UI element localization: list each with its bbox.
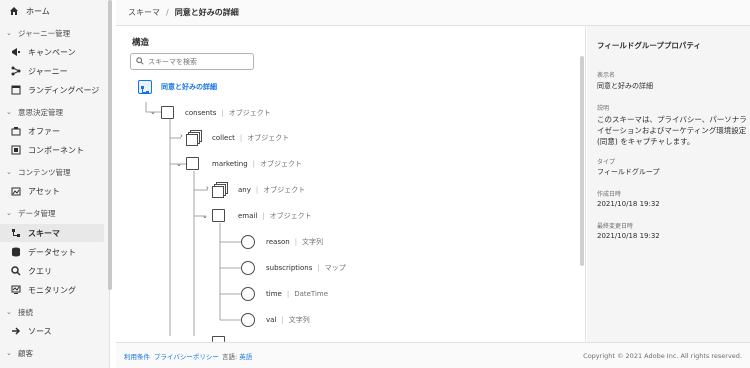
tree-node-time[interactable]: time | DateTime: [266, 286, 328, 302]
updated-value: 2021/10/18 19:32: [597, 232, 660, 240]
nav-assets[interactable]: アセット: [10, 182, 60, 200]
copyright: Copyright © 2021 Adobe Inc. All rights r…: [583, 351, 742, 360]
nav-journeys[interactable]: ジャーニー: [10, 62, 68, 80]
nav-section-decisioning[interactable]: ⌄ 意思決定管理: [6, 104, 63, 120]
chevron-down-icon: ⌄: [6, 168, 12, 176]
field-icon: [241, 261, 255, 275]
tree-node-consents[interactable]: consents | オブジェクト: [185, 105, 271, 121]
offer-icon: [10, 125, 22, 137]
created-value: 2021/10/18 19:32: [597, 200, 660, 208]
source-icon: [10, 325, 22, 337]
nav-schemas[interactable]: スキーマ: [10, 224, 60, 242]
properties-title: フィールドグループプロパティ: [597, 41, 701, 50]
nav-landing-pages[interactable]: ランディングページ: [10, 81, 99, 99]
campaign-icon: [10, 46, 22, 58]
chevron-down-icon[interactable]: ⌄: [176, 160, 182, 168]
chevron-down-icon[interactable]: ⌄: [150, 108, 156, 116]
nav-home-label: ホーム: [26, 6, 50, 16]
chevron-down-icon: ⌄: [6, 108, 12, 116]
tree-node-marketing[interactable]: marketing | オブジェクト: [212, 156, 302, 172]
chevron-down-icon[interactable]: ⌄: [202, 212, 208, 220]
breadcrumb: スキーマ / 同意と好みの詳細: [116, 0, 750, 26]
nav-components[interactable]: コンポーネント: [10, 141, 84, 159]
tree-node-val[interactable]: val | 文字列: [266, 312, 310, 328]
nav-campaigns[interactable]: キャンペーン: [10, 43, 76, 61]
tree-node-subscriptions[interactable]: subscriptions | マップ: [266, 260, 346, 276]
journey-icon: [10, 65, 22, 77]
language-selector[interactable]: 言語: 英語: [222, 351, 252, 361]
description-label: 説明: [597, 105, 610, 112]
query-icon: [10, 265, 22, 277]
nav-section-content[interactable]: ⌄ コンテンツ管理: [6, 164, 71, 180]
breadcrumb-separator: /: [166, 8, 169, 17]
language-value[interactable]: 英語: [239, 353, 252, 361]
tree-connector-lines: [145, 102, 241, 336]
nav-home[interactable]: ホーム: [8, 2, 50, 20]
terms-link[interactable]: 利用条件: [124, 351, 150, 361]
created-label: 作成日時: [597, 191, 622, 198]
nav-section-connections[interactable]: ⌄ 接続: [6, 304, 33, 320]
landing-page-icon: [10, 84, 22, 96]
tree-node-reason[interactable]: reason | 文字列: [266, 234, 323, 250]
component-icon: [10, 144, 22, 156]
chevron-down-icon: ⌄: [6, 29, 12, 37]
chevron-down-icon: ⌄: [6, 209, 12, 217]
object-array-icon: [186, 130, 202, 146]
tree-root-node[interactable]: 同意と好みの詳細: [161, 79, 217, 95]
nav-sources[interactable]: ソース: [10, 322, 52, 340]
footer: 利用条件 プライバシーポリシー 言語: 英語 Copyright © 2021 …: [116, 342, 750, 368]
structure-panel: 構造 スキーマを検索 同意と好みの詳細 ⌄ consents | オブジェクト …: [116, 26, 586, 342]
nav-monitoring[interactable]: モニタリング: [10, 281, 76, 299]
sidebar-scrollbar[interactable]: [108, 0, 112, 290]
object-icon: [161, 106, 174, 119]
description-value: このスキーマは、プライバシー、パーソナライゼーションおよびマーケティング環境設定…: [597, 115, 747, 146]
field-icon: [241, 313, 255, 327]
chevron-down-icon: ⌄: [6, 349, 12, 357]
breadcrumb-schemas-link[interactable]: スキーマ: [128, 7, 160, 18]
app-window: ホーム ⌄ ジャーニー管理 キャンペーン ジャーニー ランディングページ ⌄ 意…: [0, 0, 750, 368]
type-label: タイプ: [597, 159, 616, 166]
nav-queries[interactable]: クエリ: [10, 262, 52, 280]
display-name-label: 表示名: [597, 72, 616, 79]
breadcrumb-current: 同意と好みの詳細: [174, 8, 239, 17]
updated-label: 最終変更日時: [597, 223, 634, 230]
field-icon: [241, 235, 255, 249]
object-icon: [186, 157, 199, 170]
tree-node-email[interactable]: email | オブジェクト: [238, 208, 312, 224]
chevron-right-icon[interactable]: ›: [180, 132, 183, 140]
home-icon: [8, 5, 20, 17]
nav-section-data[interactable]: ⌄ データ管理: [6, 205, 56, 221]
left-nav: ホーム ⌄ ジャーニー管理 キャンペーン ジャーニー ランディングページ ⌄ 意…: [0, 0, 110, 368]
chevron-right-icon[interactable]: ›: [206, 184, 209, 192]
nav-section-customer[interactable]: ⌄ 顧客: [6, 345, 33, 361]
chevron-down-icon: ⌄: [6, 308, 12, 316]
tree-node-collect[interactable]: collect | オブジェクト: [212, 130, 289, 146]
monitoring-icon: [10, 284, 22, 296]
field-icon: [241, 287, 255, 301]
display-name-value: 同意と好みの詳細: [597, 82, 653, 90]
schema-icon: [10, 227, 22, 239]
nav-offers[interactable]: オファー: [10, 122, 60, 140]
object-icon: [212, 209, 225, 222]
nav-datasets[interactable]: データセット: [10, 243, 76, 261]
type-value: フィールドグループ: [597, 168, 660, 176]
privacy-link[interactable]: プライバシーポリシー: [154, 351, 219, 361]
field-group-icon: [138, 80, 152, 94]
object-array-icon: [212, 182, 228, 198]
field-group-properties-panel: フィールドグループプロパティ 表示名 同意と好みの詳細 説明 このスキーマは、プ…: [587, 26, 750, 342]
nav-section-journey[interactable]: ⌄ ジャーニー管理: [6, 25, 70, 41]
asset-icon: [10, 185, 22, 197]
tree-node-any[interactable]: any | オブジェクト: [238, 182, 305, 198]
dataset-icon: [10, 246, 22, 258]
